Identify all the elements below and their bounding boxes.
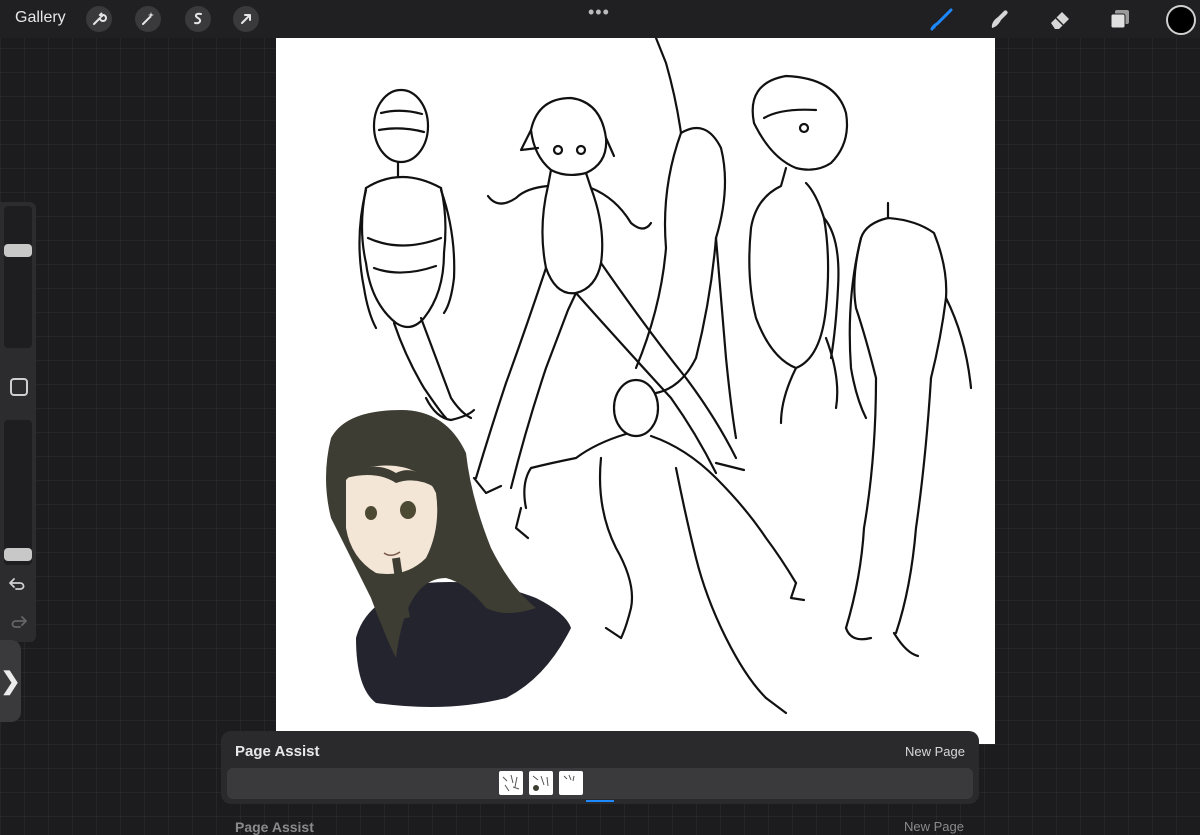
page-assist-panel: Page Assist New Page [221,731,979,804]
smudge-tool-button[interactable] [986,5,1014,33]
left-sidebar [0,202,36,642]
sidebar-toggle-handle[interactable]: ❯ [0,640,21,722]
page-thumbnail-active[interactable] [559,771,583,795]
page-thumbnail[interactable] [529,771,553,795]
wrench-icon [93,12,107,25]
brush-size-knob[interactable] [4,243,32,257]
arrow-cursor-icon [241,14,251,24]
more-options-dots[interactable]: ••• [588,2,610,23]
page-thumbnail[interactable] [499,771,523,795]
new-page-button[interactable]: New Page [905,744,965,759]
eraser-icon [1051,12,1069,29]
gallery-button[interactable]: Gallery [15,9,66,27]
layers-button[interactable] [1106,5,1134,33]
active-page-indicator [586,800,614,802]
undo-icon [9,578,25,590]
brush-icon [930,8,953,31]
opacity-slider[interactable] [4,420,32,565]
opacity-knob[interactable] [4,548,32,561]
page-assist-title-shadow: Page Assist [235,819,314,835]
actions-button[interactable] [86,6,112,32]
color-picker-button[interactable] [1166,5,1196,35]
adjustments-button[interactable] [135,6,161,32]
selection-s-icon [194,12,202,25]
redo-icon [11,616,27,628]
eraser-tool-button[interactable] [1046,5,1074,33]
brush-tool-button[interactable] [928,5,956,33]
top-toolbar: Gallery ••• [0,0,1200,38]
page-assist-title: Page Assist [235,743,320,760]
page-thumbnail-strip [227,768,973,799]
drawing-canvas[interactable] [276,38,995,744]
smudge-icon [991,10,1008,28]
brush-size-slider[interactable] [4,206,32,348]
redo-button[interactable] [8,612,28,637]
transform-button[interactable] [233,6,259,32]
magic-wand-icon [142,12,154,25]
modify-button[interactable] [10,378,28,396]
layers-icon [1110,10,1129,29]
undo-button[interactable] [8,574,28,599]
selection-button[interactable] [185,6,211,32]
sketch-artwork [326,38,973,715]
